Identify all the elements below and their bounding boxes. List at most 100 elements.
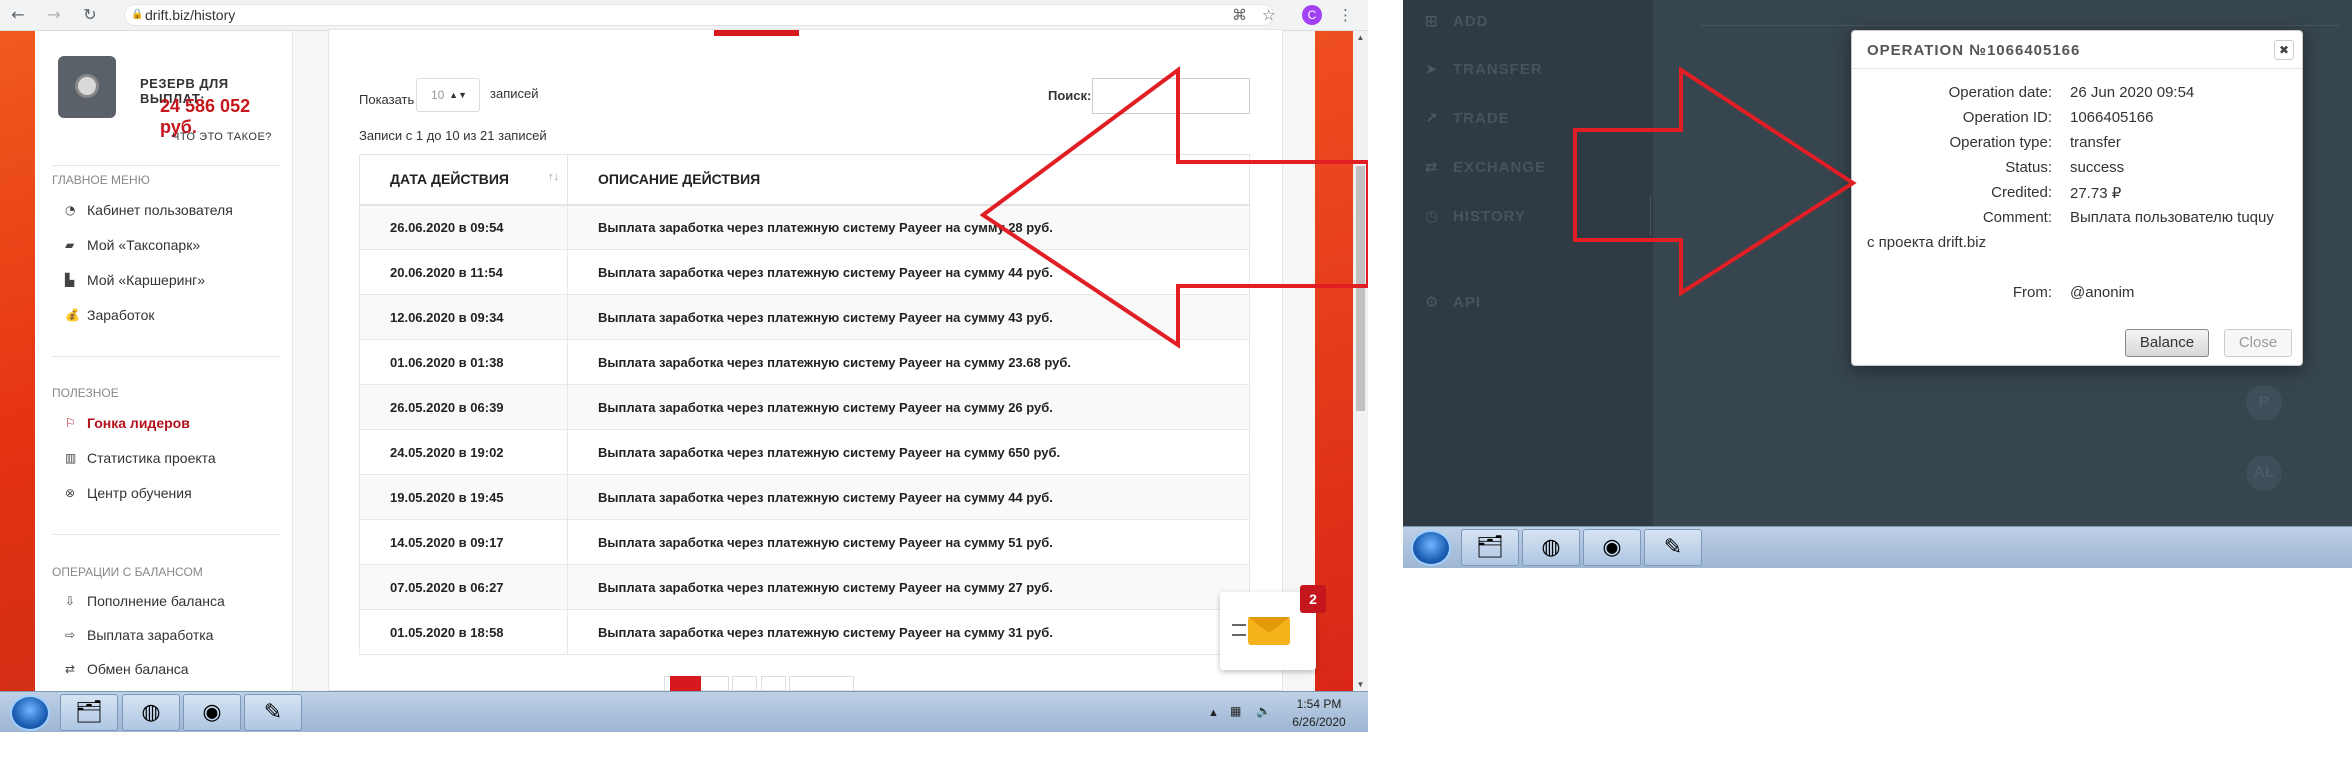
network-icon[interactable]: ▦ [1230, 702, 1241, 720]
dashboard-icon: ◔ [65, 203, 76, 217]
cell-description: Выплата заработка через платежную систем… [567, 609, 1250, 655]
envelope-icon [1248, 617, 1290, 645]
avatar-circle: AL [2246, 455, 2282, 491]
menu-item-statistics[interactable]: ▥ Статистика проекта [65, 447, 295, 469]
records-info: Записи с 1 до 10 из 21 записей [359, 128, 547, 143]
cell-description: Выплата заработка через платежную систем… [567, 519, 1250, 565]
url-text: drift.biz/history [145, 7, 236, 23]
app-icon[interactable]: ◍ [122, 694, 180, 731]
menu-item-topup[interactable]: ⇩ Пополнение баланса [65, 590, 295, 612]
menu-dots-icon[interactable]: ⋮ [1338, 5, 1353, 25]
divider [52, 534, 280, 535]
history-panel: Показать 10 ▲▼ записей Поиск: Записи с 1… [328, 29, 1283, 696]
cell-description: Выплата заработка через платежную систем… [567, 564, 1250, 610]
search-label: Поиск: [1048, 88, 1092, 103]
section-balance: ОПЕРАЦИИ С БАЛАНСОМ [52, 565, 203, 579]
chart-icon: ▥ [65, 451, 77, 465]
app-icon[interactable]: ◍ [1522, 529, 1580, 566]
history-icon: ◷ [1425, 207, 1440, 225]
wallet-sidebar: ⊞ ADD ➤ TRANSFER ↗ TRADE ⇄ EXCHANGE ◷ HISTORY… [1403, 0, 1653, 526]
lifebuoy-icon: ⊗ [65, 486, 76, 500]
scroll-up-icon[interactable]: ▲ [1353, 33, 1368, 42]
forward-icon[interactable]: → [44, 5, 64, 25]
chrome-icon[interactable]: ◉ [183, 694, 241, 731]
menu-item-carsharing[interactable]: ▙ Мой «Каршеринг» 2 [65, 269, 311, 291]
scroll-down-icon[interactable]: ▼ [1353, 680, 1368, 689]
table-row: 12.06.2020 в 09:34 Выплата заработка чере… [359, 294, 1250, 340]
exchange-icon: ⇄ [1425, 158, 1439, 176]
chrome-icon[interactable]: ◉ [1583, 529, 1641, 566]
volume-icon[interactable]: 🔈 [1256, 702, 1271, 720]
table-row: 01.06.2020 в 01:38 Выплата заработка чере… [359, 339, 1250, 385]
page-scrollbar[interactable]: ▲ ▼ [1353, 31, 1368, 691]
menu-add[interactable]: ⊞ ADD [1425, 12, 1489, 30]
comment-continued: с проекта drift.biz [1867, 234, 1987, 251]
clock[interactable]: 1:54 PM 6/26/2020 [1284, 695, 1354, 731]
cell-date: 12.06.2020 в 09:34 [359, 294, 568, 340]
carsharing-icon: ▙ [65, 273, 75, 287]
menu-item-cabinet[interactable]: ◔ Кабинет пользователя [65, 199, 295, 221]
select-arrows-icon: ▲▼ [449, 90, 467, 100]
paint-icon[interactable]: ✎ [1644, 529, 1702, 566]
reserve-info-link[interactable]: ЧТО ЭТО ТАКОЕ? [172, 131, 272, 143]
cell-description: Выплата заработка через платежную систем… [567, 339, 1250, 385]
moneybag-icon: 💰 [65, 308, 80, 322]
section-main-menu: ГЛАВНОЕ МЕНЮ [52, 173, 150, 187]
orange-background-left [0, 31, 35, 691]
profile-avatar[interactable]: C [1302, 5, 1322, 25]
page-size-select[interactable]: 10 ▲▼ [416, 78, 480, 112]
active-tab-indicator [714, 30, 799, 36]
tray-arrow-icon[interactable]: ▲ [1208, 704, 1219, 722]
menu-transfer[interactable]: ➤ TRANSFER [1425, 60, 1543, 78]
cell-description: Выплата заработка через платежную систем… [567, 384, 1250, 430]
back-icon[interactable]: ← [8, 5, 28, 25]
download-icon: ⇩ [65, 594, 76, 608]
modal-title: OPERATION №1066405166 [1867, 42, 2081, 59]
menu-item-learning[interactable]: ⊗ Центр обучения [65, 482, 295, 504]
column-header-date[interactable]: ДАТА ДЕЙСТВИЯ ↑↓ [359, 154, 568, 206]
menu-api[interactable]: ⚙ API [1425, 293, 1481, 311]
show-label: Показать [359, 92, 415, 107]
reload-icon[interactable]: ↻ [80, 5, 100, 25]
start-button[interactable] [1411, 530, 1451, 566]
trade-icon: ↗ [1425, 109, 1439, 127]
cell-date: 20.06.2020 в 11:54 [359, 249, 568, 295]
start-button[interactable] [10, 695, 50, 731]
send-icon: ➤ [1425, 60, 1439, 78]
taskbar: 🗂 ◍ ◉ ✎ [1403, 526, 2352, 568]
menu-item-earnings[interactable]: 💰 Заработок › [65, 304, 302, 326]
exchange-icon: ⇄ [65, 662, 76, 676]
menu-history[interactable]: ◷ HISTORY [1425, 207, 1526, 225]
cell-date: 26.05.2020 в 06:39 [359, 384, 568, 430]
menu-exchange[interactable]: ⇄ EXCHANGE [1425, 158, 1546, 176]
menu-item-exchange[interactable]: ⇄ Обмен баланса [65, 658, 295, 680]
cell-date: 24.05.2020 в 19:02 [359, 429, 568, 475]
scroll-thumb[interactable] [1356, 166, 1365, 411]
column-header-description[interactable]: ОПИСАНИЕ ДЕЙСТВИЯ [567, 154, 1250, 206]
menu-trade[interactable]: ↗ TRADE [1425, 109, 1510, 127]
main-content: Показать 10 ▲▼ записей Поиск: Записи с 1… [293, 29, 1315, 696]
table-row: 20.06.2020 в 11:54 Выплата заработка чере… [359, 249, 1250, 295]
section-useful: ПОЛЕЗНОЕ [52, 386, 119, 400]
cell-description: Выплата заработка через платежную систем… [567, 294, 1250, 340]
cell-date: 01.06.2020 в 01:38 [359, 339, 568, 385]
reserve-box: РЕЗЕРВ ДЛЯ ВЫПЛАТ: 24 586 052 руб. ЧТО Э… [52, 46, 280, 166]
clock-date: 6/26/2020 [1292, 715, 1346, 729]
browser-toolbar: ← → ↻ 🔒 drift.biz/history ⌘ ☆ C ⋮ [0, 0, 1368, 31]
explorer-icon[interactable]: 🗂 [60, 694, 118, 731]
star-icon[interactable]: ☆ [1262, 5, 1275, 25]
menu-item-payout[interactable]: ⇨ Выплата заработка [65, 624, 295, 646]
menu-item-taxopark[interactable]: ▰ Мой «Таксопарк» 11 [65, 234, 313, 256]
close-icon[interactable]: ✖ [2274, 40, 2294, 60]
close-button[interactable]: Close [2224, 329, 2292, 357]
divider [1650, 195, 1651, 235]
table-row: 14.05.2020 в 09:17 Выплата заработка чере… [359, 519, 1250, 565]
sort-icon[interactable]: ↑↓ [548, 171, 559, 183]
menu-item-leaders-race[interactable]: ⚐ Гонка лидеров 0% [65, 412, 317, 434]
translate-icon[interactable]: ⌘ [1232, 5, 1247, 25]
address-bar[interactable]: 🔒 drift.biz/history [124, 4, 1274, 26]
balance-button[interactable]: Balance [2125, 329, 2209, 357]
paint-icon[interactable]: ✎ [244, 694, 302, 731]
explorer-icon[interactable]: 🗂 [1461, 529, 1519, 566]
search-input[interactable] [1092, 78, 1250, 114]
